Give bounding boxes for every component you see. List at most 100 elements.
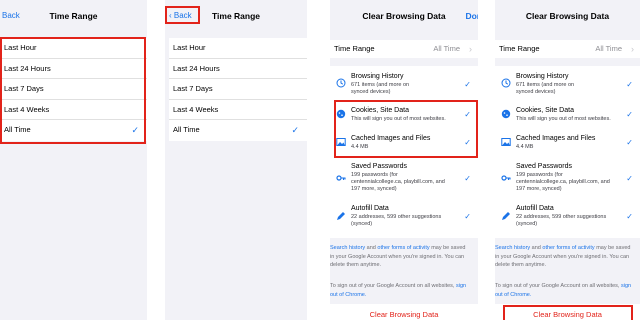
item-subtitle: This will sign you out of most websites. — [516, 116, 611, 122]
other-activity-link[interactable]: other forms of activity — [542, 245, 594, 251]
panel-clear-data-items: Clear Browsing Data Don Time Range All T… — [330, 0, 478, 320]
item-subtitle: 671 items (and more on synced devices) — [351, 82, 410, 95]
item-title: Saved Passwords — [351, 163, 408, 170]
time-range-value: All Time — [433, 44, 460, 53]
item-cached-images-files[interactable]: Cached Images and Files 4.4 MB ✓ — [495, 132, 640, 152]
image-icon — [336, 138, 346, 146]
checkmark-icon: ✓ — [291, 125, 299, 135]
checkmark-icon: ✓ — [626, 174, 633, 183]
clear-browsing-data-button[interactable]: Clear Browsing Data — [330, 304, 478, 320]
panel-clear-data-button: Clear Browsing Data Time Range All Time … — [495, 0, 640, 320]
cookie-icon — [336, 109, 346, 119]
checkmark-icon: ✓ — [626, 80, 633, 89]
time-range-label: Time Range — [334, 44, 375, 53]
time-range-value: All Time — [595, 44, 622, 53]
item-autofill-data[interactable]: Autofill Data 22 addresses, 599 other su… — [495, 202, 640, 232]
checkmark-icon: ✓ — [464, 174, 471, 183]
page-title: Time Range — [49, 11, 98, 21]
page-title: Clear Browsing Data — [362, 11, 446, 21]
option-label: Last Hour — [173, 43, 206, 52]
item-title: Autofill Data — [351, 205, 389, 212]
chevron-right-icon: › — [469, 44, 472, 54]
sign-out-link[interactable]: sign — [621, 283, 631, 289]
autofill-icon — [337, 212, 345, 220]
option-label: Last 7 Days — [173, 84, 213, 93]
time-range-list: Last Hour Last 24 Hours Last 7 Days Last… — [0, 38, 147, 141]
item-cached-images-files[interactable]: Cached Images and Files 4.4 MB ✓ — [330, 132, 478, 152]
item-cookies-site-data[interactable]: Cookies, Site Data This will sign you ou… — [330, 104, 478, 124]
signout-note: To sign out of your Google Account on al… — [330, 283, 467, 298]
item-subtitle: 199 passwords (for centennialcollege.ca, … — [351, 172, 445, 192]
done-button[interactable]: Don — [465, 11, 478, 21]
item-subtitle: 22 addresses, 599 other suggestions (sync… — [516, 214, 607, 227]
option-last-24-hours[interactable]: Last 24 Hours — [169, 59, 307, 79]
item-subtitle: This will sign you out of most websites. — [351, 116, 446, 122]
option-all-time[interactable]: All Time ✓ — [0, 120, 147, 141]
item-title: Cached Images and Files — [516, 135, 596, 142]
item-saved-passwords[interactable]: Saved Passwords 199 passwords (for centen… — [495, 160, 640, 196]
item-subtitle: 199 passwords (for centennialcollege.ca, … — [516, 172, 610, 192]
item-subtitle: 22 addresses, 599 other suggestions (sync… — [351, 214, 442, 227]
option-last-hour[interactable]: Last Hour — [169, 38, 307, 59]
page-title: Time Range — [211, 11, 261, 21]
item-title: Cached Images and Files — [351, 135, 431, 142]
checkmark-icon: ✓ — [131, 125, 139, 135]
item-autofill-data[interactable]: Autofill Data 22 addresses, 599 other su… — [330, 202, 478, 232]
checkmark-icon: ✓ — [626, 212, 633, 221]
option-last-7-days[interactable]: Last 7 Days — [169, 79, 307, 100]
option-last-7-days[interactable]: Last 7 Days — [0, 79, 147, 100]
checkmark-icon: ✓ — [464, 138, 471, 147]
key-icon — [336, 175, 346, 181]
page-title: Clear Browsing Data — [525, 11, 610, 21]
option-label: Last 4 Weeks — [173, 104, 219, 114]
option-last-24-hours[interactable]: Last 24 Hours — [0, 59, 147, 79]
item-title: Cookies, Site Data — [516, 107, 574, 114]
checkmark-icon: ✓ — [626, 138, 633, 147]
item-title: Autofill Data — [516, 205, 554, 212]
nav-bar: Clear Browsing Data — [495, 0, 640, 34]
nav-bar: Clear Browsing Data Don — [330, 0, 478, 34]
option-all-time[interactable]: All Time ✓ — [169, 120, 307, 141]
time-range-row[interactable]: Time Range All Time › — [330, 40, 478, 58]
signout-note: To sign out of your Google Account on al… — [495, 283, 632, 298]
key-icon — [501, 175, 511, 181]
item-browsing-history[interactable]: Browsing History 671 items (and more on s… — [495, 70, 640, 98]
search-history-link[interactable]: Search history — [330, 245, 365, 251]
other-activity-link[interactable]: other forms of activity — [377, 245, 429, 251]
option-label: All Time — [173, 125, 200, 134]
item-title: Saved Passwords — [516, 163, 573, 170]
option-label: Last Hour — [4, 43, 37, 52]
item-cookies-site-data[interactable]: Cookies, Site Data This will sign you ou… — [495, 104, 640, 124]
autofill-icon — [502, 212, 510, 220]
panel-time-range-back: ‹ Back Time Range Last Hour Last 24 Hour… — [165, 0, 307, 320]
panel-time-range-options: Back Time Range Last Hour Last 24 Hours … — [0, 0, 147, 320]
option-label: All Time — [4, 125, 31, 134]
option-last-hour[interactable]: Last Hour — [0, 38, 147, 59]
item-browsing-history[interactable]: Browsing History 671 items (and more on s… — [330, 70, 478, 98]
data-types-list: Browsing History 671 items (and more on s… — [495, 66, 640, 238]
option-label: Last 7 Days — [4, 84, 44, 93]
option-last-4-weeks[interactable]: Last 4 Weeks — [0, 100, 147, 120]
activity-note: Search history and other forms of activi… — [495, 245, 631, 268]
history-icon — [501, 78, 511, 88]
item-subtitle: 4.4 MB — [351, 144, 369, 150]
cookie-icon — [501, 109, 511, 119]
nav-bar: ‹ Back Time Range — [165, 0, 307, 34]
time-range-row[interactable]: Time Range All Time › — [495, 40, 640, 58]
checkmark-icon: ✓ — [464, 80, 471, 89]
checkmark-icon: ✓ — [464, 212, 471, 221]
item-saved-passwords[interactable]: Saved Passwords 199 passwords (for centen… — [330, 160, 478, 196]
image-icon — [501, 138, 511, 146]
data-types-list: Browsing History 671 items (and more on s… — [330, 66, 478, 238]
chevron-right-icon: › — [631, 44, 634, 54]
option-last-4-weeks[interactable]: Last 4 Weeks — [169, 100, 307, 120]
sign-out-link[interactable]: sign — [456, 283, 466, 289]
clear-browsing-data-button[interactable]: Clear Browsing Data — [495, 304, 640, 320]
item-subtitle: 671 items (and more on synced devices) — [516, 82, 575, 95]
checkmark-icon: ✓ — [464, 110, 471, 119]
checkmark-icon: ✓ — [626, 110, 633, 119]
search-history-link[interactable]: Search history — [495, 245, 530, 251]
item-title: Browsing History — [516, 73, 569, 80]
nav-bar: Back Time Range — [0, 0, 147, 34]
time-range-label: Time Range — [499, 44, 540, 53]
